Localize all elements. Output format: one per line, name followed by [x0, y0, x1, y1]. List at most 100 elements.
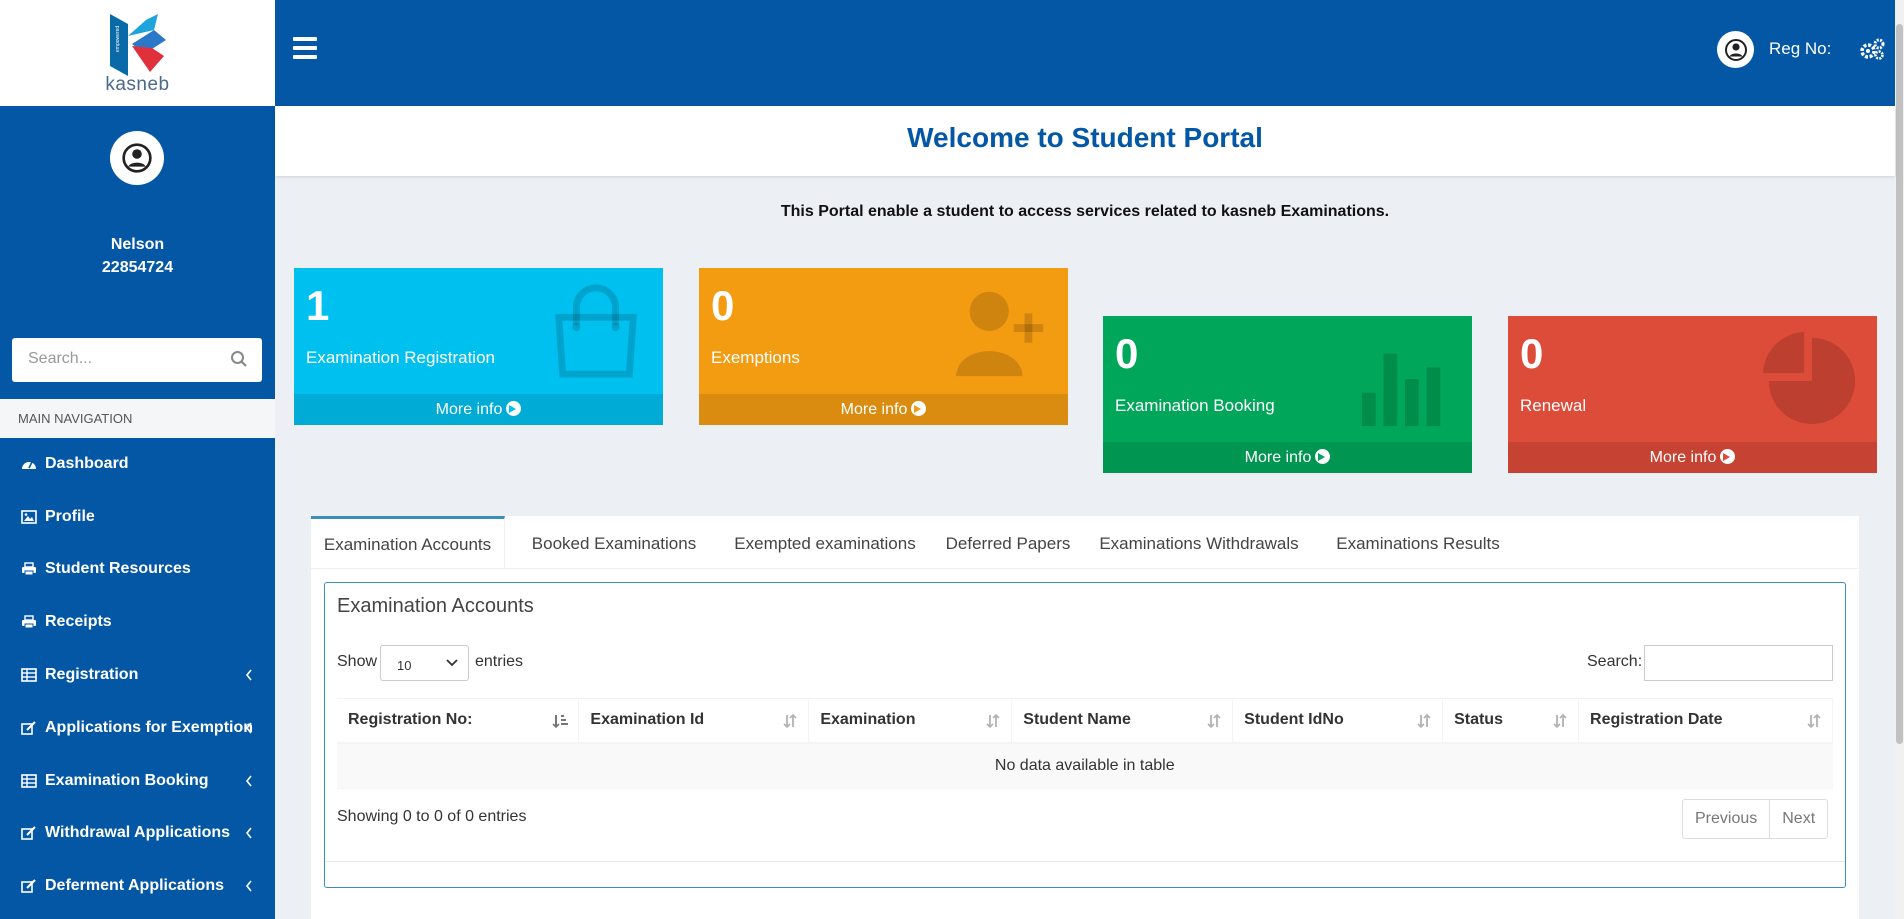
scrollbar-thumb[interactable]	[1896, 24, 1903, 744]
sidebar-item-student-resources[interactable]: Student Resources	[0, 543, 275, 595]
box-count: 1	[306, 282, 330, 329]
column-header-status[interactable]: Status	[1442, 698, 1580, 744]
more-info-label: More info	[1244, 449, 1312, 466]
gears-icon[interactable]	[1859, 37, 1885, 61]
edit-icon	[20, 720, 38, 736]
more-info-link[interactable]: More info	[294, 394, 663, 425]
column-label: Registration No:	[348, 711, 473, 729]
search-icon[interactable]	[230, 350, 248, 368]
more-info-label: More info	[840, 401, 908, 418]
sort-icon	[986, 713, 1000, 729]
more-info-link[interactable]: More info	[1103, 442, 1472, 473]
sidebar-item-label: Student Resources	[45, 560, 191, 577]
column-header-registration-date[interactable]: Registration Date	[1578, 698, 1833, 744]
tabs-panel: Examination Accounts Booked Examinations…	[311, 516, 1859, 919]
top-header: Reg No:	[275, 0, 1895, 106]
sidebar-item-label: Registration	[45, 666, 139, 683]
svg-text:empowered: empowered	[115, 26, 121, 52]
sidebar-item-withdrawal-applications[interactable]: Withdrawal Applications	[0, 807, 275, 859]
chevron-left-icon	[245, 827, 252, 839]
sort-icon	[1553, 713, 1567, 729]
next-page-button[interactable]: Next	[1769, 800, 1827, 838]
intro-text: This Portal enable a student to access s…	[780, 203, 1390, 220]
box-label: Exemptions	[711, 348, 800, 367]
pagination: Previous Next	[1682, 799, 1829, 839]
kasneb-logo-icon: empowered	[109, 14, 166, 76]
sidebar-search-input[interactable]	[12, 338, 212, 380]
table-header-row: Registration No: Examination Id Examinat…	[337, 698, 1833, 744]
logo[interactable]: empowered kasneb	[0, 0, 275, 106]
menu-toggle-icon[interactable]	[293, 37, 317, 59]
user-id: 22854724	[101, 259, 174, 276]
table-icon	[20, 667, 38, 683]
sidebar-item-label: Examination Booking	[45, 772, 209, 789]
more-info-link[interactable]: More info	[1508, 442, 1877, 473]
arrow-circle-right-icon	[506, 401, 522, 416]
empty-table-message: No data available in table	[337, 742, 1833, 789]
table-search-input[interactable]	[1644, 645, 1833, 681]
chevron-down-icon	[446, 659, 458, 667]
pie-chart-icon	[1762, 331, 1856, 425]
column-header-registration-no[interactable]: Registration No:	[337, 698, 580, 744]
box-count: 0	[1520, 330, 1544, 377]
tab-examinations-withdrawals[interactable]: Examinations Withdrawals	[1083, 516, 1315, 569]
tab-exempted-examinations[interactable]: Exempted examinations	[717, 516, 933, 569]
sort-asc-icon	[552, 715, 569, 729]
column-header-student-idno[interactable]: Student IdNo	[1232, 698, 1444, 744]
dashboard-icon	[20, 456, 38, 472]
page-scrollbar[interactable]	[1895, 0, 1904, 919]
arrow-circle-right-icon	[1315, 449, 1331, 464]
exemptions-box: 0 Exemptions More info	[699, 268, 1068, 425]
print-icon	[20, 614, 38, 630]
reg-no-label: Reg No:	[1769, 39, 1832, 58]
previous-page-button[interactable]: Previous	[1683, 800, 1769, 838]
entries-select[interactable]: 10	[380, 645, 469, 681]
tab-examinations-results[interactable]: Examinations Results	[1315, 516, 1521, 569]
sidebar-item-registration[interactable]: Registration	[0, 649, 275, 701]
image-icon	[20, 509, 38, 525]
show-label: Show	[337, 653, 378, 670]
arrow-circle-right-icon	[1720, 449, 1736, 464]
column-label: Student IdNo	[1244, 711, 1344, 729]
logo-text: kasneb	[105, 74, 170, 95]
column-header-examination[interactable]: Examination	[808, 698, 1013, 744]
sidebar-item-receipts[interactable]: Receipts	[0, 596, 275, 648]
chevron-left-icon	[245, 775, 252, 787]
more-info-label: More info	[435, 401, 503, 418]
box-label: Examination Registration	[306, 348, 495, 367]
sort-icon	[783, 713, 797, 729]
sidebar-item-profile[interactable]: Profile	[0, 491, 275, 543]
edit-icon	[20, 878, 38, 894]
page-title: Welcome to Student Portal	[907, 122, 1263, 153]
sort-icon	[1207, 713, 1221, 729]
more-info-link[interactable]: More info	[699, 394, 1068, 425]
sidebar-avatar	[110, 131, 164, 185]
sidebar-item-dashboard[interactable]: Dashboard	[0, 438, 275, 490]
column-header-examination-id[interactable]: Examination Id	[578, 698, 810, 744]
shopping-bag-icon	[555, 284, 637, 378]
sidebar-item-label: Withdrawal Applications	[45, 824, 231, 841]
user-avatar[interactable]	[1717, 31, 1754, 68]
user-circle-icon	[1724, 38, 1747, 61]
edit-icon	[20, 825, 38, 841]
examination-booking-box: 0 Examination Booking More info	[1103, 316, 1472, 473]
sidebar-item-applications-for-exemption[interactable]: Applications for Exemption	[0, 702, 275, 754]
entries-select-value: 10	[397, 658, 412, 673]
column-header-student-name[interactable]: Student Name	[1011, 698, 1234, 744]
box-count: 0	[1115, 330, 1139, 377]
sort-icon	[1417, 713, 1431, 729]
sidebar-item-label: Dashboard	[45, 455, 129, 472]
divider	[325, 861, 1845, 862]
sidebar-item-examination-booking[interactable]: Examination Booking	[0, 755, 275, 807]
more-info-label: More info	[1649, 449, 1717, 466]
sidebar-item-deferment-applications[interactable]: Deferment Applications	[0, 860, 275, 912]
tab-booked-examinations[interactable]: Booked Examinations	[511, 516, 717, 569]
table-row: No data available in table	[337, 742, 1833, 789]
tab-deferred-papers[interactable]: Deferred Papers	[933, 516, 1083, 569]
column-label: Examination	[820, 711, 916, 729]
box-label: Examination Booking	[1115, 396, 1275, 415]
column-label: Examination Id	[590, 711, 705, 729]
tab-examination-accounts[interactable]: Examination Accounts	[311, 516, 505, 569]
welcome-bar: Welcome to Student Portal	[275, 106, 1895, 176]
column-label: Status	[1454, 711, 1503, 729]
